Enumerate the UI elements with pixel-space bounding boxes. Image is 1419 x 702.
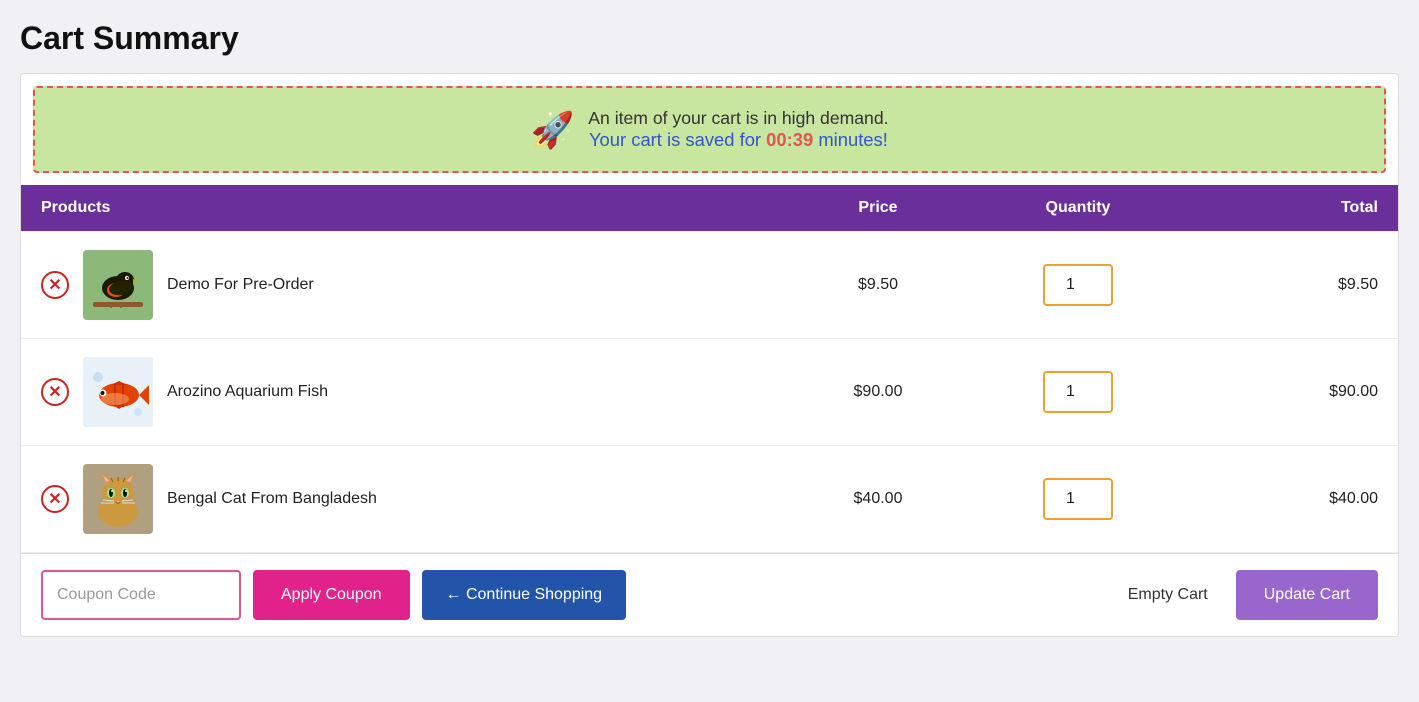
product-name-1: Demo For Pre-Order bbox=[167, 276, 314, 294]
product-cell: ✕ bbox=[41, 357, 778, 427]
quantity-input-2[interactable] bbox=[1043, 371, 1113, 413]
alert-line2-prefix: Your cart is saved for bbox=[589, 129, 766, 150]
remove-icon: ✕ bbox=[41, 378, 69, 406]
table-row: ✕ bbox=[21, 232, 1398, 339]
qty-cell-3 bbox=[978, 478, 1178, 520]
alert-banner: 🚀 An item of your cart is in high demand… bbox=[33, 86, 1386, 173]
cart-rows: ✕ bbox=[21, 231, 1398, 553]
cart-wrapper: 🚀 An item of your cart is in high demand… bbox=[20, 73, 1399, 637]
product-name-2: Arozino Aquarium Fish bbox=[167, 383, 328, 401]
table-row: ✕ bbox=[21, 446, 1398, 553]
remove-item-3-button[interactable]: ✕ bbox=[41, 485, 69, 513]
cart-timer: 00:39 bbox=[766, 129, 813, 150]
total-1: $9.50 bbox=[1178, 276, 1378, 294]
apply-coupon-button[interactable]: Apply Coupon bbox=[253, 570, 410, 620]
rocket-icon: 🚀 bbox=[530, 109, 574, 151]
header-quantity: Quantity bbox=[978, 199, 1178, 217]
price-1: $9.50 bbox=[778, 276, 978, 294]
header-price: Price bbox=[778, 199, 978, 217]
product-cell: ✕ bbox=[41, 464, 778, 534]
quantity-input-1[interactable] bbox=[1043, 264, 1113, 306]
coupon-input[interactable] bbox=[41, 570, 241, 620]
continue-shopping-button[interactable]: ← Continue Shopping bbox=[422, 570, 627, 620]
empty-cart-button[interactable]: Empty Cart bbox=[1112, 578, 1224, 612]
product-thumb-bird bbox=[83, 250, 153, 320]
remove-item-2-button[interactable]: ✕ bbox=[41, 378, 69, 406]
quantity-input-3[interactable] bbox=[1043, 478, 1113, 520]
product-thumb-fish bbox=[83, 357, 153, 427]
alert-text-block: An item of your cart is in high demand. … bbox=[588, 108, 888, 151]
update-cart-button[interactable]: Update Cart bbox=[1236, 570, 1378, 620]
header-products: Products bbox=[41, 199, 778, 217]
remove-icon: ✕ bbox=[41, 485, 69, 513]
total-3: $40.00 bbox=[1178, 490, 1378, 508]
cart-footer: Apply Coupon ← Continue Shopping Empty C… bbox=[21, 553, 1398, 636]
remove-item-1-button[interactable]: ✕ bbox=[41, 271, 69, 299]
alert-line2-suffix: minutes! bbox=[813, 129, 888, 150]
qty-cell-1 bbox=[978, 264, 1178, 306]
table-header: Products Price Quantity Total bbox=[21, 185, 1398, 231]
product-thumb-cat bbox=[83, 464, 153, 534]
table-row: ✕ bbox=[21, 339, 1398, 446]
product-cell: ✕ bbox=[41, 250, 778, 320]
alert-line1: An item of your cart is in high demand. bbox=[588, 108, 888, 129]
header-total: Total bbox=[1178, 199, 1378, 217]
price-3: $40.00 bbox=[778, 490, 978, 508]
price-2: $90.00 bbox=[778, 383, 978, 401]
qty-cell-2 bbox=[978, 371, 1178, 413]
alert-line2: Your cart is saved for 00:39 minutes! bbox=[588, 129, 888, 151]
page-title: Cart Summary bbox=[20, 20, 1399, 57]
total-2: $90.00 bbox=[1178, 383, 1378, 401]
remove-icon: ✕ bbox=[41, 271, 69, 299]
product-name-3: Bengal Cat From Bangladesh bbox=[167, 490, 377, 508]
